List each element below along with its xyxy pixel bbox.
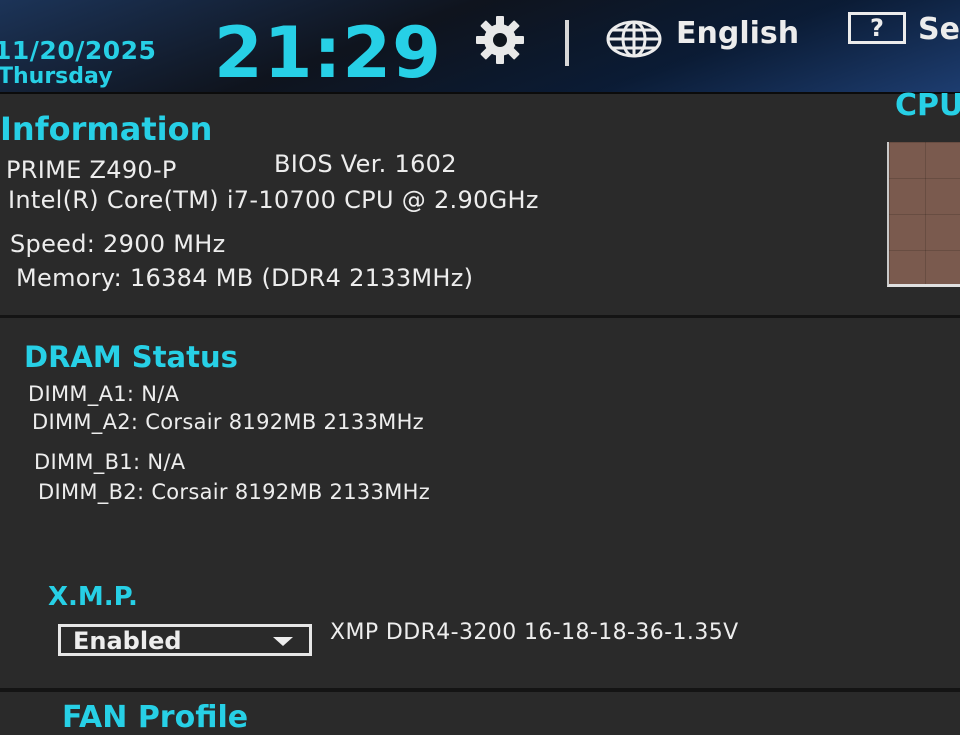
globe-icon[interactable] [606, 20, 662, 58]
section-divider-bottom [0, 688, 960, 692]
dimm-a1-status: DIMM_A1: N/A [28, 382, 180, 406]
top-bar: 11/20/2025 Thursday 21:29 English ? Se [0, 0, 960, 94]
fan-profile-title: FAN Profile [62, 700, 249, 735]
help-label[interactable]: Se [918, 12, 960, 47]
dimm-b2-status: DIMM_B2: Corsair 8192MB 2133MHz [38, 480, 431, 504]
gear-icon[interactable] [474, 14, 526, 66]
board-name: PRIME Z490-P [6, 156, 177, 184]
dram-status-title: DRAM Status [24, 340, 238, 374]
help-glyph: ? [870, 14, 884, 42]
xmp-select[interactable]: Enabled [58, 624, 312, 656]
cpu-panel-title: CPU [895, 88, 960, 123]
xmp-title: X.M.P. [48, 582, 138, 612]
memory-info: Memory: 16384 MB (DDR4 2133MHz) [16, 264, 474, 292]
dimm-b1-status: DIMM_B1: N/A [34, 450, 186, 474]
cpu-graph [887, 142, 960, 287]
day-display: Thursday [0, 64, 113, 89]
information-title: Information [0, 110, 213, 148]
dimm-a2-status: DIMM_A2: Corsair 8192MB 2133MHz [32, 410, 424, 434]
xmp-selected-value: Enabled [73, 627, 182, 655]
header-divider [565, 20, 569, 66]
clock-display: 21:29 [214, 12, 442, 94]
xmp-profile-description: XMP DDR4-3200 16-18-18-36-1.35V [330, 620, 739, 645]
help-icon[interactable]: ? [848, 12, 906, 44]
language-selector[interactable]: English [676, 16, 799, 51]
bios-version: BIOS Ver. 1602 [274, 150, 457, 178]
cpu-name: Intel(R) Core(TM) i7-10700 CPU @ 2.90GHz [8, 186, 539, 214]
chevron-down-icon [273, 637, 293, 646]
section-divider [0, 315, 960, 318]
date-display: 11/20/2025 [0, 36, 157, 65]
cpu-speed: Speed: 2900 MHz [10, 230, 226, 258]
